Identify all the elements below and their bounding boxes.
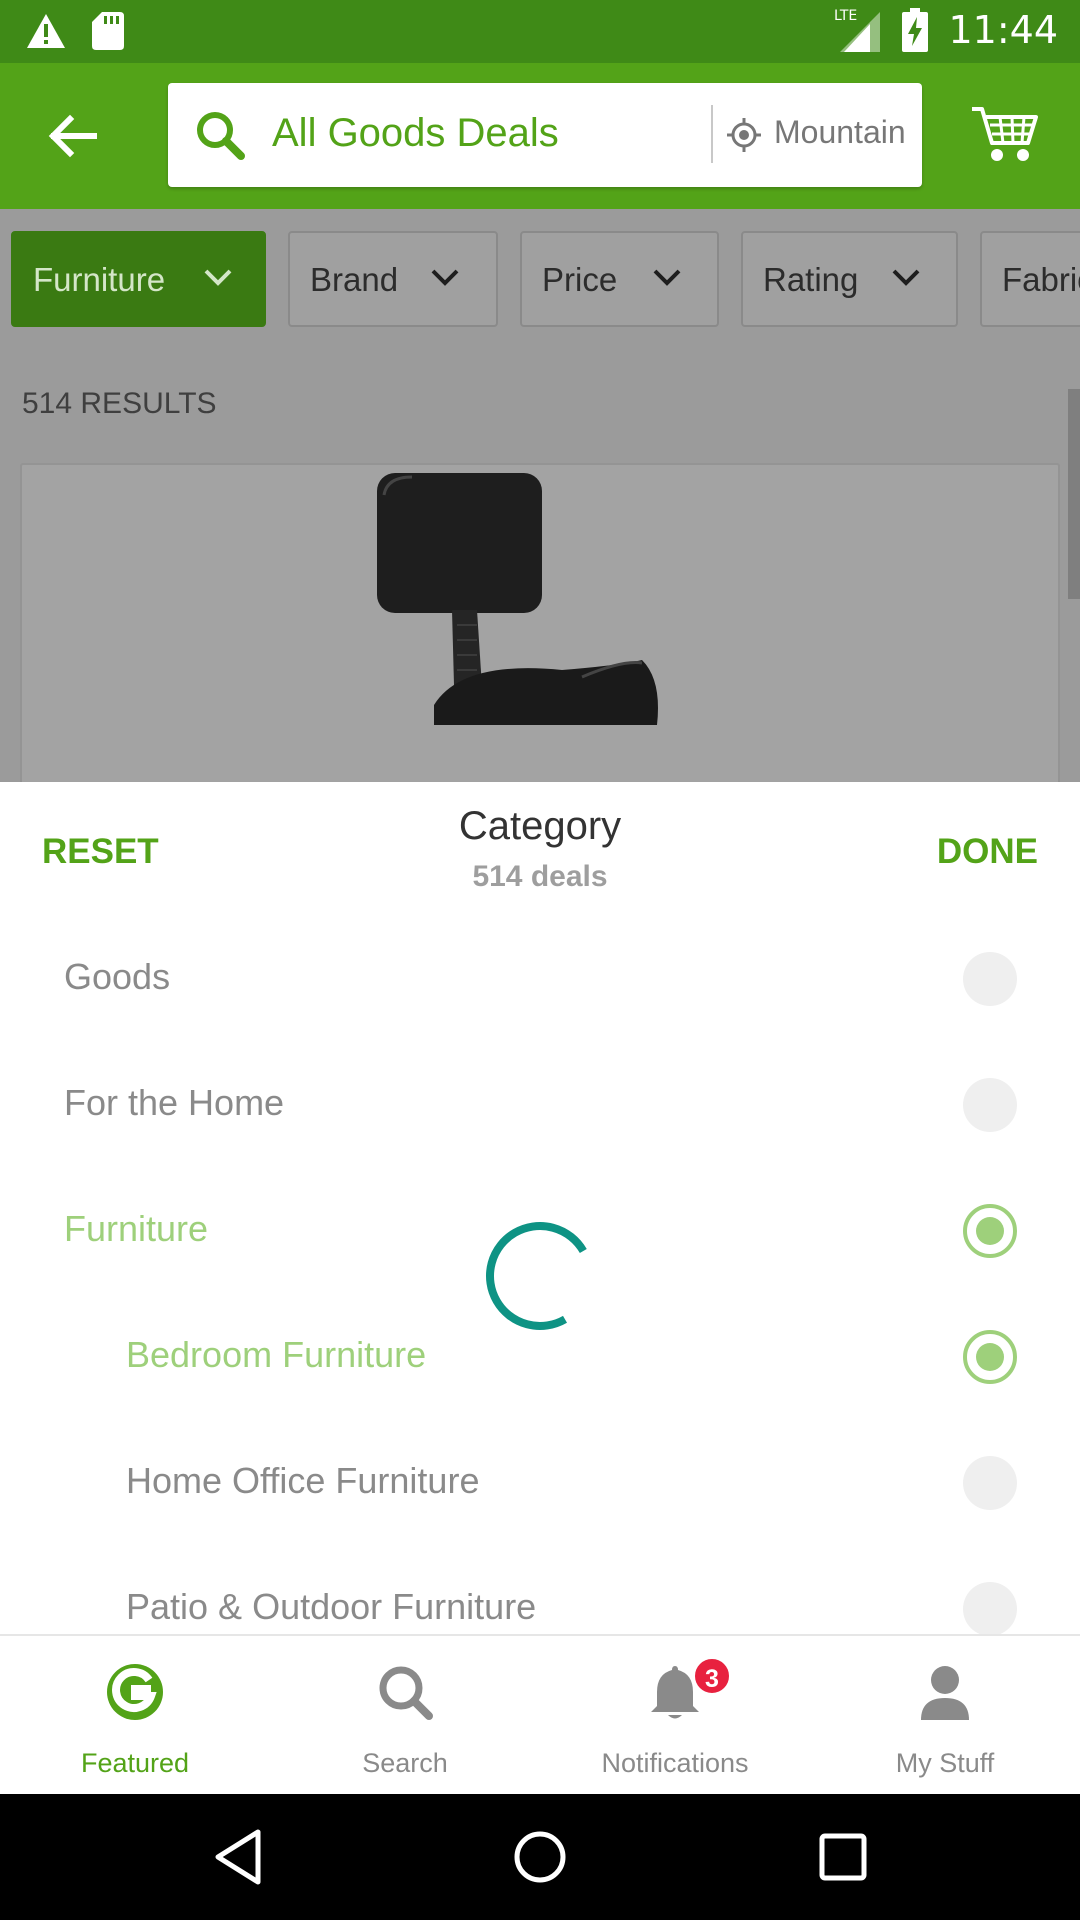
category-option-label: Home Office Furniture bbox=[126, 1460, 480, 1501]
chevron-down-icon bbox=[653, 269, 681, 286]
category-sheet-header: RESET Category 514 deals DONE bbox=[0, 782, 1080, 914]
search-bar[interactable]: All Goods Deals Mountain View bbox=[168, 83, 922, 187]
status-bar: LTE 11:44 bbox=[0, 0, 1080, 63]
category-option-label: Patio & Outdoor Furniture bbox=[126, 1586, 537, 1627]
radio-button[interactable] bbox=[963, 952, 1017, 1006]
system-navigation-bar bbox=[0, 1794, 1080, 1920]
chevron-down-icon bbox=[892, 269, 920, 286]
filter-chip-label: Price bbox=[542, 261, 618, 298]
results-count: 514 RESULTS bbox=[22, 387, 217, 420]
tab-label: Search bbox=[362, 1748, 448, 1778]
filter-chip-price[interactable]: Price bbox=[520, 231, 719, 327]
category-option-label: Furniture bbox=[64, 1208, 209, 1249]
filter-chip-label: Rating bbox=[763, 261, 859, 298]
category-option-for-the-home[interactable]: For the Home bbox=[0, 1040, 1080, 1166]
scrollbar[interactable] bbox=[1068, 389, 1080, 599]
tab-search[interactable]: Search bbox=[270, 1636, 540, 1796]
chevron-down-icon bbox=[204, 269, 232, 286]
radio-button-selected[interactable] bbox=[963, 1330, 1017, 1384]
tab-label: Featured bbox=[80, 1748, 190, 1778]
radio-button[interactable] bbox=[963, 1078, 1017, 1132]
notification-badge: 3 bbox=[692, 1656, 732, 1696]
back-triangle-icon[interactable] bbox=[206, 1824, 272, 1890]
filter-chip-label: Brand bbox=[310, 261, 399, 298]
deal-card[interactable] bbox=[20, 463, 1060, 782]
category-option-home-office-furniture[interactable]: Home Office Furniture bbox=[0, 1418, 1080, 1544]
radio-button-selected[interactable] bbox=[963, 1204, 1017, 1258]
loading-spinner-icon bbox=[486, 1222, 587, 1330]
person-icon bbox=[921, 1666, 969, 1720]
home-circle-icon[interactable] bbox=[507, 1824, 573, 1890]
tab-featured[interactable]: Featured bbox=[0, 1636, 270, 1796]
location-icon bbox=[727, 118, 761, 152]
bottom-navigation: Featured Search 3 Notifications My Stuff bbox=[0, 1634, 1080, 1794]
tab-label: Notifications bbox=[601, 1748, 749, 1778]
chevron-down-icon bbox=[431, 269, 459, 286]
category-option-goods[interactable]: Goods bbox=[0, 914, 1080, 1040]
search-query: All Goods Deals bbox=[272, 111, 559, 155]
warning-icon bbox=[27, 14, 65, 48]
category-option-patio-outdoor-furniture[interactable]: Patio & Outdoor Furniture bbox=[0, 1544, 1080, 1634]
search-divider bbox=[711, 105, 713, 163]
sheet-title: Category bbox=[458, 804, 622, 848]
filter-chip-brand[interactable]: Brand bbox=[288, 231, 498, 327]
deal-image bbox=[377, 473, 658, 725]
sd-card-icon bbox=[92, 12, 124, 50]
tab-notifications[interactable]: 3 Notifications bbox=[540, 1636, 810, 1796]
cart-icon[interactable] bbox=[970, 103, 1040, 165]
radio-button[interactable] bbox=[963, 1582, 1017, 1634]
filter-chip-label: Fabric bbox=[1002, 261, 1080, 298]
tab-label: My Stuff bbox=[895, 1748, 995, 1778]
category-option-label: Bedroom Furniture bbox=[126, 1334, 427, 1375]
results-content: 514 RESULTS bbox=[0, 349, 1080, 782]
location-field[interactable]: Mountain View bbox=[774, 114, 912, 151]
filter-chip-furniture[interactable]: Furniture bbox=[11, 231, 266, 327]
done-button[interactable]: DONE bbox=[937, 832, 1038, 872]
search-icon bbox=[197, 112, 245, 160]
filter-chip-fabric[interactable]: Fabric bbox=[980, 231, 1080, 327]
category-option-label: Goods bbox=[64, 956, 171, 997]
filter-bar: Furniture Brand Price Rating Fabric bbox=[0, 209, 1080, 349]
filter-chip-label: Furniture bbox=[33, 261, 166, 298]
tab-my-stuff[interactable]: My Stuff bbox=[810, 1636, 1080, 1796]
signal-icon: LTE bbox=[834, 8, 881, 52]
filter-chip-rating[interactable]: Rating bbox=[741, 231, 958, 327]
recents-square-icon[interactable] bbox=[810, 1824, 876, 1890]
sheet-subtitle: 514 deals bbox=[472, 860, 608, 893]
radio-button[interactable] bbox=[963, 1456, 1017, 1510]
back-arrow-icon[interactable] bbox=[38, 101, 108, 171]
battery-charging-icon bbox=[902, 8, 929, 52]
search-icon bbox=[379, 1666, 433, 1720]
app-bar: All Goods Deals Mountain View bbox=[0, 63, 1080, 209]
groupon-g-icon bbox=[107, 1664, 163, 1720]
category-option-label: For the Home bbox=[64, 1082, 285, 1123]
clock: 11:44 bbox=[948, 8, 1058, 52]
network-label: LTE bbox=[834, 8, 857, 24]
